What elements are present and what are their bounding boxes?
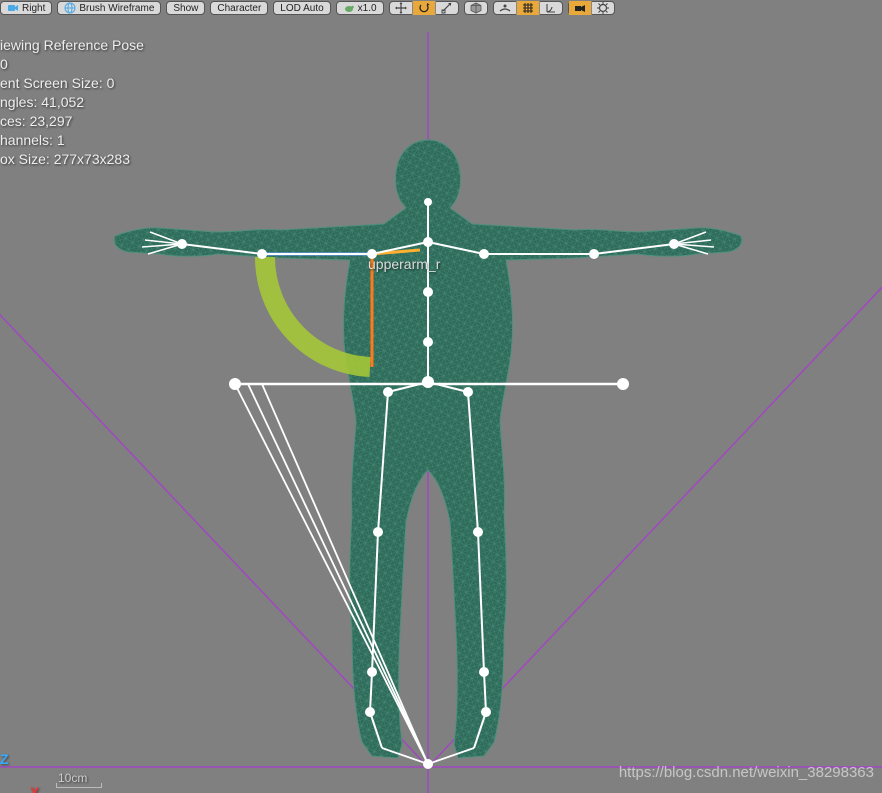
scale-gizmo-button[interactable] xyxy=(435,1,458,15)
wireframe-mode-label: Brush Wireframe xyxy=(79,3,154,14)
turtle-icon xyxy=(343,2,355,14)
watermark: https://blog.csdn.net/weixin_38298363 xyxy=(619,764,874,781)
globe-icon xyxy=(64,2,76,14)
character-menu-label: Character xyxy=(217,3,261,14)
axis-z-label: Z xyxy=(0,751,9,767)
rotate-gizmo-button[interactable] xyxy=(412,1,435,15)
stats-vertices: ces: 23,297 xyxy=(0,112,144,131)
view-direction-label: Right xyxy=(22,3,45,14)
camera-speed-group xyxy=(568,1,615,15)
scale-ruler xyxy=(56,787,102,788)
skeleton xyxy=(142,199,714,768)
move-gizmo-button[interactable] xyxy=(390,1,412,15)
selected-bone-label: upperarm_r xyxy=(368,256,440,272)
character-menu-button[interactable]: Character xyxy=(210,1,268,15)
mannequin-mesh xyxy=(114,140,742,758)
camera-settings-button[interactable] xyxy=(591,1,614,15)
show-menu-label: Show xyxy=(173,3,198,14)
snap-surface-button[interactable] xyxy=(494,1,516,15)
stats-lod: 0 xyxy=(0,55,144,74)
lod-button[interactable]: LOD Auto xyxy=(273,1,330,15)
view-direction-button[interactable]: Right xyxy=(0,1,52,15)
stats-boxsize: ox Size: 277x73x283 xyxy=(0,150,144,169)
display-mode-button[interactable] xyxy=(464,1,488,15)
stats-uvchannels: hannels: 1 xyxy=(0,131,144,150)
stats-triangles: ngles: 41,052 xyxy=(0,93,144,112)
camera-speed-button[interactable] xyxy=(569,1,591,15)
snap-grid-button[interactable] xyxy=(516,1,539,15)
axis-x-label: X xyxy=(30,784,39,793)
playback-speed-button[interactable]: x1.0 xyxy=(336,1,384,15)
lod-label: LOD Auto xyxy=(280,3,323,14)
stats-pose: iewing Reference Pose xyxy=(0,36,144,55)
snap-angle-button[interactable] xyxy=(539,1,562,15)
scale-label: 10cm xyxy=(58,771,87,785)
snap-group xyxy=(493,1,563,15)
wireframe-mode-button[interactable]: Brush Wireframe xyxy=(57,1,161,15)
cube-icon xyxy=(469,2,483,14)
camera-icon xyxy=(7,2,19,14)
show-menu-button[interactable]: Show xyxy=(166,1,205,15)
gizmo-group xyxy=(389,1,459,15)
stats-screensize: ent Screen Size: 0 xyxy=(0,74,144,93)
playback-speed-label: x1.0 xyxy=(358,3,377,14)
toolbar: Right Brush Wireframe Show Character LOD… xyxy=(0,0,882,16)
viewport-stats: iewing Reference Pose 0 ent Screen Size:… xyxy=(0,36,144,169)
viewport[interactable]: iewing Reference Pose 0 ent Screen Size:… xyxy=(0,16,882,793)
